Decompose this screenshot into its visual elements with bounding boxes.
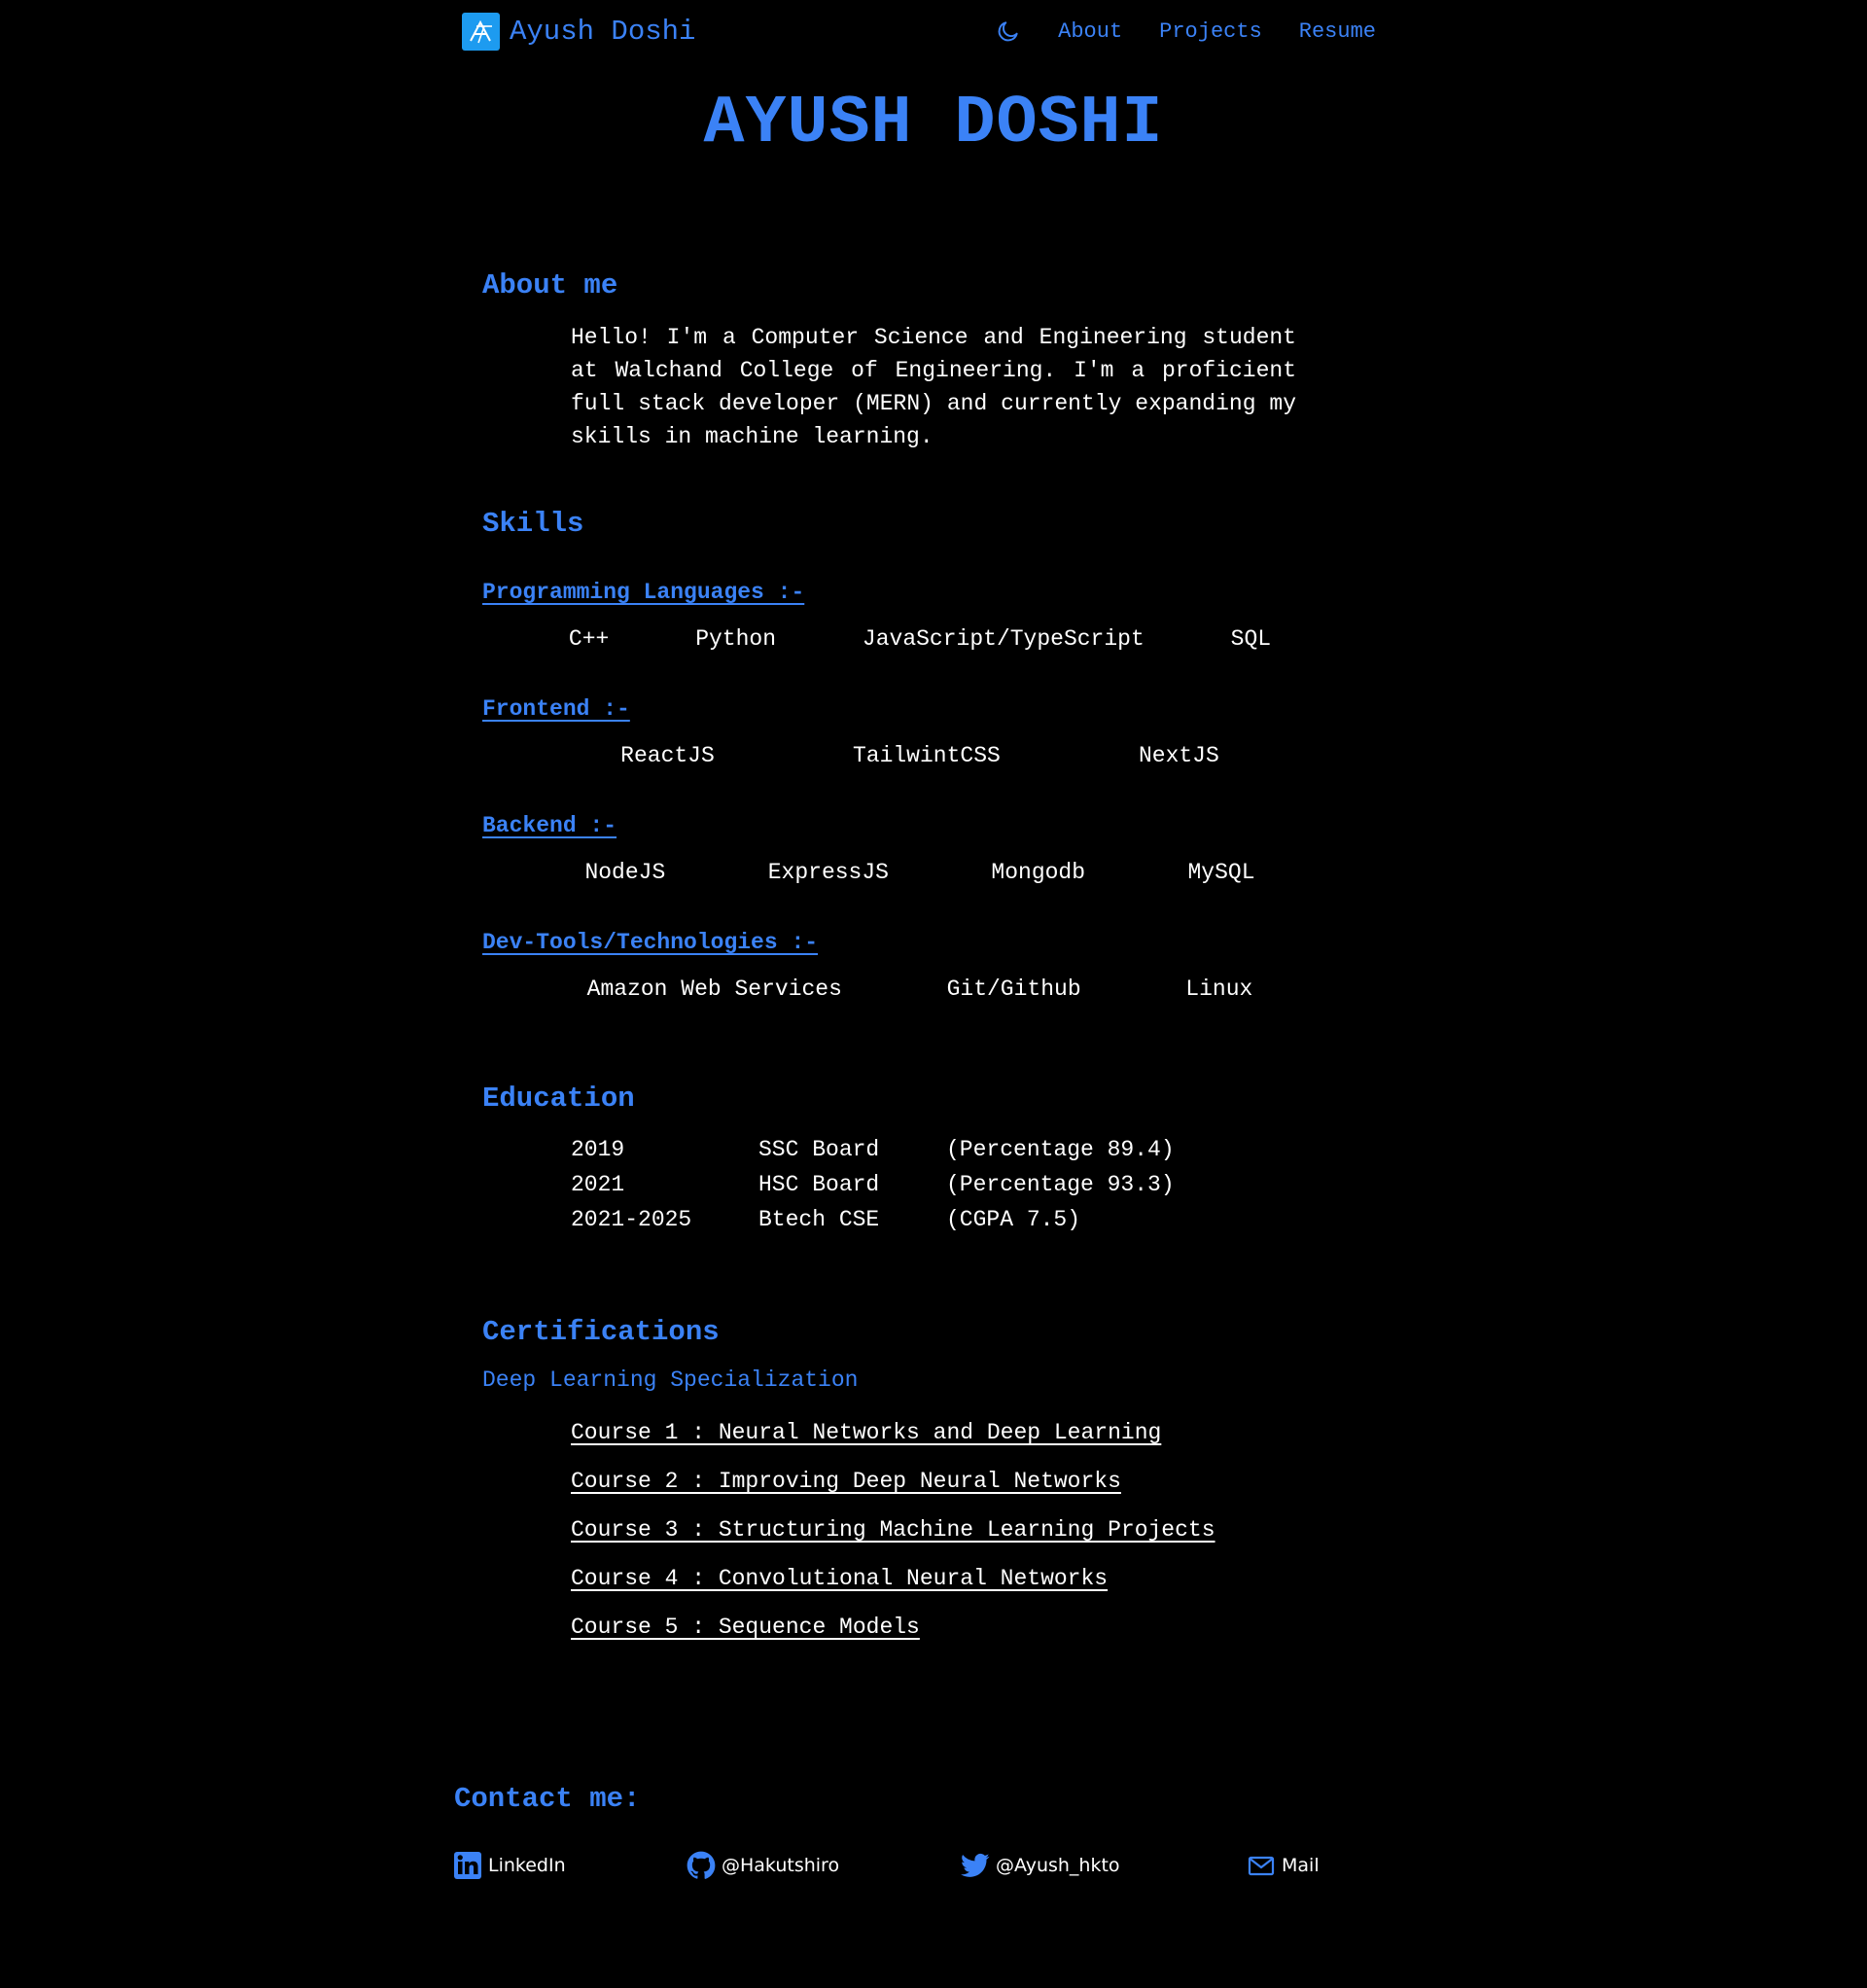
skill-item: Linux xyxy=(1185,976,1253,1002)
certification-specialization: Deep Learning Specialization xyxy=(482,1367,859,1393)
nav-link-projects[interactable]: Projects xyxy=(1159,19,1262,44)
edu-year: 2019 xyxy=(571,1137,625,1162)
brand-link[interactable]: Ayush Doshi xyxy=(462,13,695,51)
skills-backend-heading: Backend :- xyxy=(482,813,617,838)
contact-linkedin-link[interactable]: LinkedIn xyxy=(453,1851,566,1880)
list-item: Course 5 : Sequence Models xyxy=(571,1615,1215,1663)
list-item: Course 2 : Improving Deep Neural Network… xyxy=(571,1469,1215,1517)
contact-github-link[interactable]: @Hakutshiro xyxy=(687,1851,839,1880)
skills-frontend-list: ReactJS TailwintCSS NextJS xyxy=(482,743,1357,768)
course-list: Course 1 : Neural Networks and Deep Lear… xyxy=(571,1420,1215,1663)
nav-link-resume[interactable]: Resume xyxy=(1299,19,1376,44)
contact-twitter-link[interactable]: @Ayush_hkto xyxy=(961,1851,1120,1880)
edu-score: (Percentage 93.3) xyxy=(946,1172,1175,1197)
skill-item: Amazon Web Services xyxy=(586,976,842,1002)
table-row: 2021 HSC Board (Percentage 93.3) xyxy=(571,1171,1175,1206)
top-nav: About Projects Resume xyxy=(998,18,1376,45)
skill-item: NodeJS xyxy=(584,860,666,885)
education-table: 2019 SSC Board (Percentage 89.4) 2021 HS… xyxy=(571,1136,1175,1241)
skill-item: C++ xyxy=(568,626,610,652)
skill-item: NextJS xyxy=(1138,743,1219,768)
edu-score: (CGPA 7.5) xyxy=(946,1207,1081,1232)
contact-label: @Ayush_hkto xyxy=(996,1855,1120,1876)
moon-icon[interactable] xyxy=(996,18,1021,45)
skill-item: Git/Github xyxy=(946,976,1081,1002)
table-row: 2019 SSC Board (Percentage 89.4) xyxy=(571,1136,1175,1171)
list-item: Course 1 : Neural Networks and Deep Lear… xyxy=(571,1420,1215,1469)
list-item: Course 3 : Structuring Machine Learning … xyxy=(571,1517,1215,1566)
certifications-heading: Certifications xyxy=(482,1316,720,1348)
about-text: Hello! I'm a Computer Science and Engine… xyxy=(571,325,1296,449)
skills-frontend-heading: Frontend :- xyxy=(482,696,630,722)
skill-item: SQL xyxy=(1230,626,1272,652)
contact-label: Mail xyxy=(1282,1855,1320,1876)
edu-degree: SSC Board xyxy=(758,1137,880,1162)
twitter-icon xyxy=(961,1851,990,1880)
skills-heading: Skills xyxy=(482,508,584,540)
edu-degree: Btech CSE xyxy=(758,1207,880,1232)
skill-item: TailwintCSS xyxy=(852,743,1001,768)
skill-item: JavaScript/TypeScript xyxy=(862,626,1145,652)
contact-label: LinkedIn xyxy=(488,1855,566,1876)
brand-name: Ayush Doshi xyxy=(510,16,696,48)
course-link-2[interactable]: Course 2 : Improving Deep Neural Network… xyxy=(571,1469,1121,1494)
mail-icon xyxy=(1247,1851,1276,1880)
skill-item: Mongodb xyxy=(991,860,1086,885)
course-link-4[interactable]: Course 4 : Convolutional Neural Networks xyxy=(571,1566,1108,1591)
contact-heading: Contact me: xyxy=(454,1783,641,1815)
skill-item: MySQL xyxy=(1187,860,1255,885)
edu-degree: HSC Board xyxy=(758,1172,880,1197)
edu-score: (Percentage 89.4) xyxy=(946,1137,1175,1162)
skill-item: ReactJS xyxy=(620,743,715,768)
table-row: 2021-2025 Btech CSE (CGPA 7.5) xyxy=(571,1206,1175,1241)
about-heading: About me xyxy=(482,269,618,302)
list-item: Course 4 : Convolutional Neural Networks xyxy=(571,1566,1215,1615)
nav-link-about[interactable]: About xyxy=(1058,19,1122,44)
course-link-5[interactable]: Course 5 : Sequence Models xyxy=(571,1615,920,1640)
github-icon xyxy=(687,1851,716,1880)
edu-year: 2021 xyxy=(571,1172,625,1197)
hero-title: AYUSH DOSHI xyxy=(703,86,1164,162)
skill-item: Python xyxy=(695,626,777,652)
skill-item: ExpressJS xyxy=(767,860,889,885)
skills-devtools-list: Amazon Web Services Git/Github Linux xyxy=(482,976,1357,1002)
skills-devtools-heading: Dev-Tools/Technologies :- xyxy=(482,930,819,955)
education-heading: Education xyxy=(482,1083,635,1115)
contact-mail-link[interactable]: Mail xyxy=(1247,1851,1320,1880)
linkedin-icon xyxy=(453,1851,482,1880)
contact-label: @Hakutshiro xyxy=(722,1855,840,1876)
brand-logo-icon xyxy=(462,13,500,51)
course-link-1[interactable]: Course 1 : Neural Networks and Deep Lear… xyxy=(571,1420,1161,1445)
skills-programming-list: C++ Python JavaScript/TypeScript SQL xyxy=(482,626,1357,652)
edu-year: 2021-2025 xyxy=(571,1207,692,1232)
skills-programming-heading: Programming Languages :- xyxy=(482,580,805,605)
skills-backend-list: NodeJS ExpressJS Mongodb MySQL xyxy=(482,860,1357,885)
course-link-3[interactable]: Course 3 : Structuring Machine Learning … xyxy=(571,1517,1215,1543)
